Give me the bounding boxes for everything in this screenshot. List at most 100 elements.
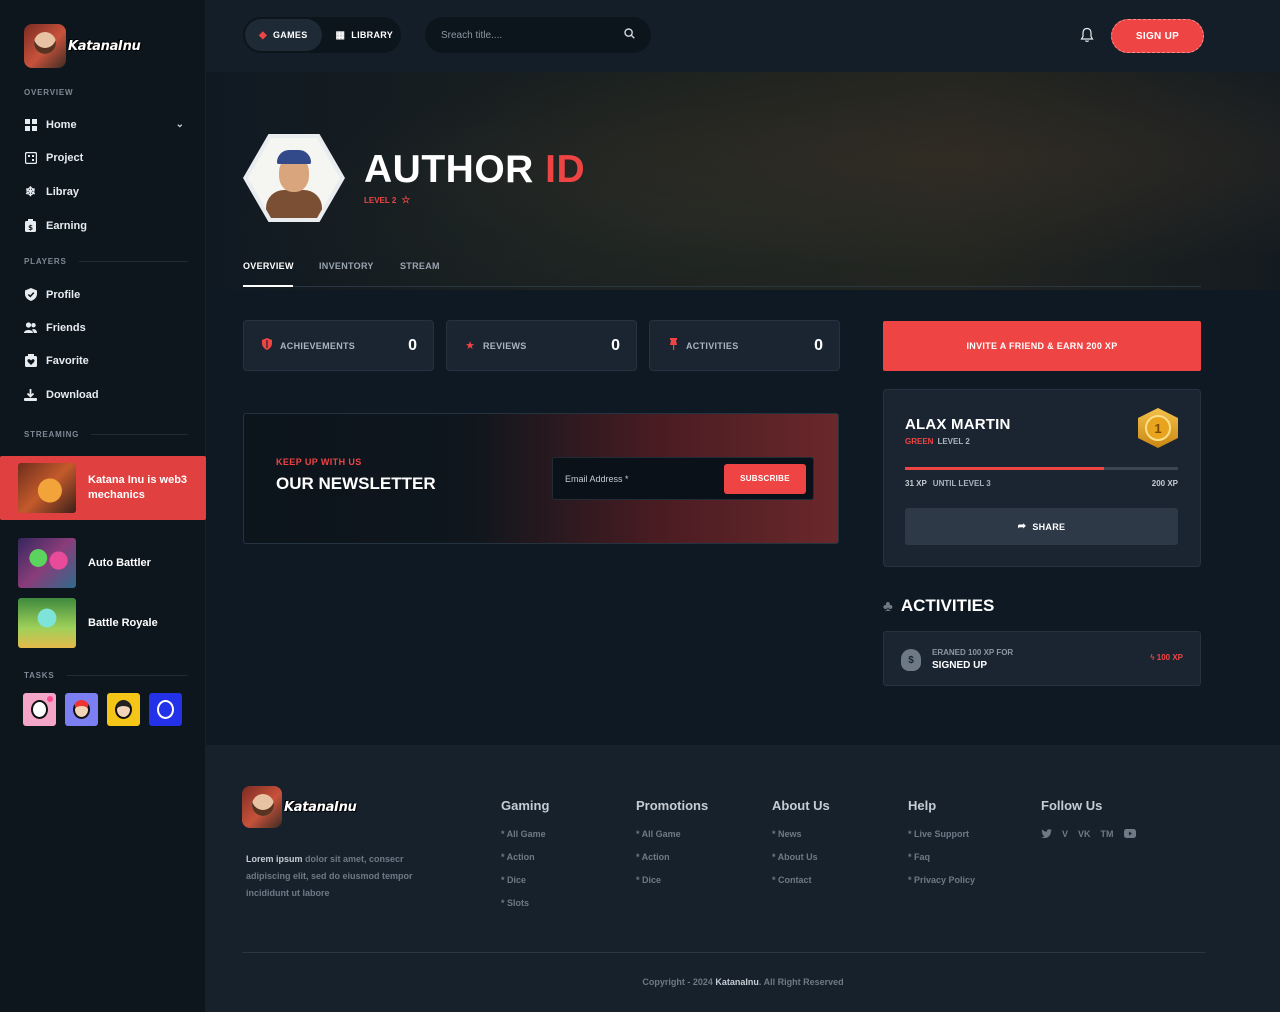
view-switcher: ◆ GAMES ▦ LIBRARY xyxy=(243,17,401,53)
stat-reviews[interactable]: ★ REVIEWS 0 xyxy=(446,320,637,371)
task-avatars xyxy=(23,693,182,726)
activity-item[interactable]: $ ERANED 100 XP FOR SIGNED UP ϟ 100 XP xyxy=(883,631,1201,686)
task-avatar[interactable] xyxy=(107,693,140,726)
footer-link[interactable]: * Privacy Policy xyxy=(908,875,975,885)
stream-item-battle-royale[interactable]: Battle Royale xyxy=(0,591,206,655)
tree-icon: ♣ xyxy=(883,597,893,615)
footer-link[interactable]: * About Us xyxy=(772,852,830,862)
profile-tabs: OVERVIEW INVENTORY STREAM xyxy=(243,250,1201,287)
tm-icon[interactable]: TM xyxy=(1101,829,1114,840)
footer-column-help: Help * Live Support * Faq * Privacy Poli… xyxy=(908,798,976,885)
footer-link[interactable]: * Dice xyxy=(501,875,549,885)
search-input[interactable] xyxy=(441,29,624,41)
level-badge: LEVEL 2 ☆ xyxy=(364,195,411,206)
player-name: ALAX MARTIN xyxy=(905,416,1011,433)
stream-title: Katana Inu is web3 mechanics xyxy=(88,474,188,501)
player-level: GREEN LEVEL 2 xyxy=(905,437,970,446)
library-button[interactable]: ▦ LIBRARY xyxy=(322,19,408,51)
footer-column-about: About Us * News * About Us * Contact xyxy=(772,798,830,885)
download-icon xyxy=(24,388,37,401)
shield-icon xyxy=(261,338,273,353)
stat-achievements[interactable]: ACHIEVEMENTS 0 xyxy=(243,320,434,371)
stat-value: 0 xyxy=(814,336,823,354)
bell-icon[interactable] xyxy=(1080,27,1094,43)
star-icon: ★ xyxy=(465,340,475,352)
footer-link[interactable]: * Faq xyxy=(908,852,975,862)
activity-xp: ϟ 100 XP xyxy=(1150,653,1183,662)
stream-thumbnail xyxy=(18,538,76,588)
footer-link[interactable]: * Slots xyxy=(501,898,549,908)
brand-logo[interactable]: KatanaInu xyxy=(24,24,141,68)
footer-link[interactable]: * News xyxy=(772,829,830,839)
users-icon xyxy=(24,321,37,334)
stat-label: ACTIVITIES xyxy=(686,340,739,351)
stat-value: 0 xyxy=(408,336,417,354)
activity-title: SIGNED UP xyxy=(932,660,988,671)
task-avatar[interactable] xyxy=(65,693,98,726)
footer-link[interactable]: * Contact xyxy=(772,875,830,885)
footer-column-follow: Follow Us V VK TM xyxy=(1041,798,1136,840)
sidebar-item-library[interactable]: ❄ Libray xyxy=(24,184,184,199)
gamepad-icon xyxy=(24,151,37,164)
sidebar-item-label: Libray xyxy=(46,185,80,198)
subscribe-button[interactable]: SUBSCRIBE xyxy=(724,463,806,494)
task-avatar[interactable] xyxy=(23,693,56,726)
vk-icon[interactable]: VK xyxy=(1078,829,1091,840)
tab-stream[interactable]: STREAM xyxy=(400,261,440,271)
task-avatar[interactable] xyxy=(149,693,182,726)
stream-thumbnail xyxy=(18,463,76,513)
top-bar: ◆GAMES ▦LIBRARY SIGN UP xyxy=(206,0,1280,72)
footer-column-gaming: Gaming * All Game * Action * Dice * Slot… xyxy=(501,798,550,908)
stat-label: REVIEWS xyxy=(483,340,527,351)
xp-target: 200 XP xyxy=(1151,479,1178,488)
social-links: V VK TM xyxy=(1041,829,1136,840)
sidebar-item-friends[interactable]: Friends xyxy=(24,321,184,334)
page-title: AUTHOR ID xyxy=(364,148,586,191)
tab-inventory[interactable]: INVENTORY xyxy=(319,261,374,271)
footer-link[interactable]: * Dice xyxy=(636,875,708,885)
grid-icon xyxy=(24,118,37,131)
games-button[interactable]: ◆ GAMES xyxy=(245,19,322,51)
sidebar-item-profile[interactable]: Profile xyxy=(24,288,184,301)
sidebar-item-project[interactable]: Project xyxy=(24,151,184,164)
stream-item-auto-battler[interactable]: Auto Battler xyxy=(0,531,206,595)
footer-logo[interactable]: KatanaInu xyxy=(242,786,357,828)
footer-link[interactable]: * Live Support xyxy=(908,829,975,839)
wallet-icon: $ xyxy=(24,219,37,232)
chevron-down-icon[interactable]: ⌄ xyxy=(176,119,184,130)
newsletter-kicker: KEEP UP WITH US xyxy=(276,457,362,467)
section-players: PLAYERS xyxy=(24,257,188,266)
rank-medal-icon: 1 xyxy=(1138,408,1178,448)
youtube-icon[interactable] xyxy=(1123,829,1136,840)
share-button[interactable]: ➦ SHARE xyxy=(905,508,1178,545)
footer-link[interactable]: * Action xyxy=(636,852,708,862)
footer-link[interactable]: * Action xyxy=(501,852,549,862)
sign-up-button[interactable]: SIGN UP xyxy=(1111,19,1204,53)
footer-link[interactable]: * All Game xyxy=(636,829,708,839)
footer-link[interactable]: * All Game xyxy=(501,829,549,839)
money-bag-icon: $ xyxy=(901,649,921,671)
stream-item-katana-inu[interactable]: Katana Inu is web3 mechanics xyxy=(0,456,206,520)
newsletter-card: KEEP UP WITH US OUR NEWSLETTER SUBSCRIBE xyxy=(243,413,839,544)
xp-progress-bar xyxy=(905,467,1178,470)
invite-friend-button[interactable]: INVITE A FRIEND & EARN 200 XP xyxy=(883,321,1201,371)
vimeo-icon[interactable]: V xyxy=(1062,829,1068,840)
star-icon: ☆ xyxy=(401,195,411,206)
stat-activities[interactable]: ACTIVITIES 0 xyxy=(649,320,840,371)
search-icon[interactable] xyxy=(624,28,635,42)
tab-overview[interactable]: OVERVIEW xyxy=(243,261,294,271)
sidebar-item-earning[interactable]: $ Earning xyxy=(24,219,184,232)
newsletter-form: SUBSCRIBE xyxy=(552,457,814,500)
section-tasks: TASKS xyxy=(24,671,188,680)
sidebar-item-favorite[interactable]: Favorite xyxy=(24,354,184,367)
footer-description: Lorem ipsum dolor sit amet, consecr adip… xyxy=(246,854,413,898)
copyright: Copyright - 2024 KatanaInu. All Right Re… xyxy=(642,977,844,987)
twitter-icon[interactable] xyxy=(1041,829,1052,840)
activities-heading: ♣ ACTIVITIES xyxy=(883,596,995,615)
email-field[interactable] xyxy=(565,473,724,484)
sidebar-item-download[interactable]: Download xyxy=(24,388,184,401)
active-tab-indicator xyxy=(243,285,293,287)
grid-icon: ▦ xyxy=(335,29,346,41)
sidebar-item-home[interactable]: Home ⌄ xyxy=(24,118,184,131)
sidebar: KatanaInu OVERVIEW Home ⌄ Project ❄ Libr… xyxy=(0,0,206,1012)
